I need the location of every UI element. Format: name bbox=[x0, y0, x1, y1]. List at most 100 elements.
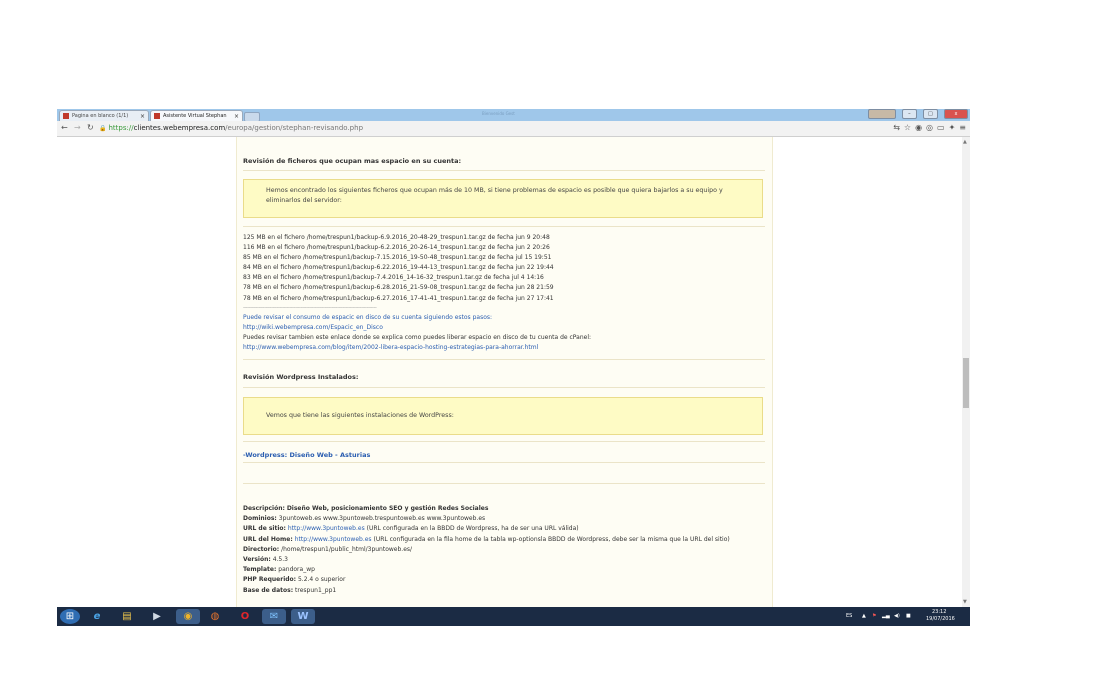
media-player-icon[interactable]: ▶ bbox=[148, 609, 166, 624]
clock-time[interactable]: 23:12 bbox=[932, 609, 946, 615]
field-label: Directorio: bbox=[243, 545, 280, 553]
liberar-text: Puedes revisar tambien este enlace donde… bbox=[243, 334, 592, 341]
field-label: Versión: bbox=[243, 556, 271, 564]
field-label: Dominios: bbox=[243, 515, 277, 523]
url-home-link[interactable]: http://www.3puntoweb.es bbox=[295, 536, 372, 543]
chrome-icon[interactable]: ◉ bbox=[176, 609, 200, 624]
address-bar[interactable]: 🔒 https://clientes.webempresa.com/europa/… bbox=[99, 123, 859, 133]
bookmark-star-icon[interactable]: ☆ bbox=[904, 123, 911, 132]
list-item: 116 MB en el fichero /home/trespun1/back… bbox=[243, 244, 550, 252]
browser-tab-strip: Pagina en blanco (1/1) × Asistente Virtu… bbox=[57, 109, 970, 122]
back-icon[interactable]: ← bbox=[61, 123, 68, 132]
clock-date[interactable]: 19/07/2016 bbox=[926, 616, 955, 622]
divider bbox=[243, 387, 765, 388]
url-scheme: https:// bbox=[108, 124, 134, 132]
url-path: /europa/gestion/stephan-revisando.php bbox=[225, 124, 364, 132]
volume-icon[interactable]: ◀) bbox=[894, 613, 900, 619]
network-icon[interactable]: ▂▄ bbox=[882, 613, 890, 619]
field-value: pandora_wp bbox=[278, 566, 315, 574]
large-files-list: 125 MB en el fichero /home/trespun1/back… bbox=[243, 233, 768, 304]
outlook-icon[interactable]: ✉ bbox=[262, 609, 286, 624]
field-value: 3puntoweb.es www.3puntoweb.trespuntoweb.… bbox=[278, 515, 486, 523]
wordpress-install-link[interactable]: -Wordpress: Diseño Web - Asturias bbox=[243, 450, 370, 460]
webempresa-favicon-icon bbox=[63, 112, 69, 119]
start-button-icon[interactable]: ⊞ bbox=[60, 609, 80, 624]
tab-asistente-virtual[interactable]: Asistente Virtual Stephan × bbox=[150, 110, 243, 121]
tray-arrow-icon[interactable]: ▲ bbox=[862, 613, 866, 619]
close-window-button[interactable]: x bbox=[944, 109, 968, 119]
field-note: (URL configurada en la BBDD de Wordpress… bbox=[366, 525, 579, 533]
divider bbox=[243, 226, 765, 227]
menu-icon[interactable]: ≡ bbox=[959, 123, 966, 132]
list-item: 83 MB en el fichero /home/trespun1/backu… bbox=[243, 274, 544, 282]
url-home-row: URL del Home: http://www.3puntoweb.es (U… bbox=[243, 535, 768, 545]
divider bbox=[243, 170, 765, 171]
wp-section-title: Revisión Wordpress Instalados: bbox=[243, 373, 359, 381]
list-item: 84 MB en el fichero /home/trespun1/backu… bbox=[243, 264, 554, 272]
field-label: PHP Requerido: bbox=[243, 576, 297, 584]
close-tab-icon[interactable]: × bbox=[140, 111, 145, 121]
descripcion-row: Descripción: Diseño Web, posicionamiento… bbox=[243, 504, 768, 514]
extension-icon[interactable]: ◎ bbox=[926, 123, 933, 132]
php-row: PHP Requerido: 5.2.4 o superior bbox=[243, 575, 768, 585]
cast-icon[interactable]: ▭ bbox=[937, 123, 945, 132]
wiki-link[interactable]: http://wiki.webempresa.com/Espacic_en_Di… bbox=[243, 323, 768, 333]
tab-blank-page[interactable]: Pagina en blanco (1/1) × bbox=[59, 110, 149, 121]
file-explorer-icon[interactable]: ▤ bbox=[118, 609, 136, 624]
word-icon[interactable]: W bbox=[291, 609, 315, 624]
minimize-button[interactable]: – bbox=[901, 109, 917, 119]
window-title: Bienvenido Gest bbox=[482, 111, 515, 116]
dominios-row: Dominios: 3puntoweb.es www.3puntoweb.tre… bbox=[243, 514, 768, 524]
divider bbox=[243, 462, 765, 463]
files-section-title: Revisión de ficheros que ocupan mas espa… bbox=[243, 157, 462, 165]
maximize-button[interactable]: □ bbox=[922, 109, 938, 119]
list-item: 78 MB en el fichero /home/trespun1/backu… bbox=[243, 284, 554, 292]
extension-icon[interactable]: ✦ bbox=[949, 123, 956, 132]
windows-taskbar: ⊞ e ▤ ▶ ◉ ◍ O ✉ W ES ▲ ⚑ ▂▄ ◀) ■ 23:12 1… bbox=[57, 607, 970, 626]
firefox-icon[interactable]: ◍ bbox=[206, 609, 224, 624]
base-datos-row: Base de datos: trespun1_pp1 bbox=[243, 586, 768, 596]
field-label: URL del Home: bbox=[243, 535, 293, 543]
extension-icon[interactable]: ◉ bbox=[915, 123, 922, 132]
field-value: trespun1_pp1 bbox=[295, 586, 337, 594]
opera-icon[interactable]: O bbox=[236, 609, 254, 624]
profile-button[interactable] bbox=[867, 109, 896, 119]
action-center-icon[interactable]: ■ bbox=[906, 613, 911, 619]
system-tray: ES ▲ ⚑ ▂▄ ◀) ■ 23:12 19/07/2016 bbox=[846, 609, 966, 624]
wordpress-details: Descripción: Diseño Web, posicionamiento… bbox=[243, 504, 768, 596]
field-label: URL de sitio: bbox=[243, 525, 286, 533]
dashed-separator: ----------------------------------------… bbox=[243, 305, 377, 311]
directorio-row: Directorio: /home/trespun1/public_html/3… bbox=[243, 545, 768, 555]
blog-link[interactable]: http://www.webempresa.com/blog/item/2002… bbox=[243, 343, 768, 353]
field-value: 4.5.3 bbox=[272, 556, 288, 564]
consumo-help-link[interactable]: Puede revisar el consumo de espacic en d… bbox=[243, 313, 768, 323]
field-label: Descripción: bbox=[243, 505, 285, 512]
browser-toolbar: ← → ↻ 🔒 https://clientes.webempresa.com/e… bbox=[57, 121, 970, 137]
internet-explorer-icon[interactable]: e bbox=[88, 609, 106, 624]
flag-icon[interactable]: ⚑ bbox=[872, 613, 876, 619]
field-note: (URL configurada en la fila home de la t… bbox=[373, 535, 730, 543]
scroll-down-icon[interactable]: ▼ bbox=[963, 599, 967, 605]
template-row: Template: pandora_wp bbox=[243, 565, 768, 575]
space-help-links: Puede revisar el consumo de espacic en d… bbox=[243, 313, 768, 353]
page-viewport: Revisión de ficheros que ocupan mas espa… bbox=[57, 137, 962, 607]
language-indicator[interactable]: ES bbox=[846, 613, 852, 619]
field-label: Base de datos: bbox=[243, 586, 294, 594]
field-value: 5.2.4 o superior bbox=[297, 576, 346, 584]
divider bbox=[243, 359, 765, 360]
tab-label: Pagina en blanco (1/1) bbox=[72, 113, 129, 119]
forward-icon[interactable]: → bbox=[74, 123, 81, 132]
field-label: Template: bbox=[243, 566, 277, 574]
files-notice: Hemos encontrado los siguientes ficheros… bbox=[243, 179, 763, 218]
list-item: 125 MB en el fichero /home/trespun1/back… bbox=[243, 234, 550, 241]
translate-icon[interactable]: ⇆ bbox=[893, 123, 900, 132]
scrollbar-thumb[interactable] bbox=[963, 358, 969, 408]
reload-icon[interactable]: ↻ bbox=[87, 123, 94, 132]
url-sitio-link[interactable]: http://www.3puntoweb.es bbox=[288, 525, 365, 532]
close-tab-icon[interactable]: × bbox=[234, 111, 239, 121]
lock-icon: 🔒 bbox=[99, 125, 107, 132]
field-value: /home/trespun1/public_html/3puntoweb.es/ bbox=[281, 545, 413, 553]
scroll-up-icon[interactable]: ▲ bbox=[963, 139, 967, 145]
list-item: 85 MB en el fichero /home/trespun1/backu… bbox=[243, 254, 552, 262]
vertical-scrollbar[interactable]: ▲ ▼ bbox=[962, 137, 970, 607]
